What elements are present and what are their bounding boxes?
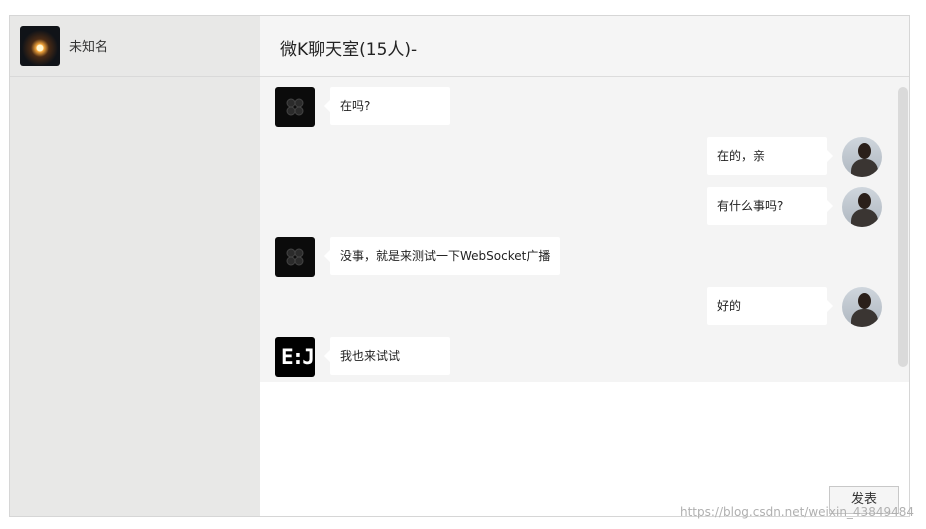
clover-avatar-icon[interactable] xyxy=(275,87,315,127)
chat-header: 微K聊天室(15人)- xyxy=(260,16,909,77)
ej-avatar-icon[interactable]: E:J xyxy=(275,337,315,377)
message-bubble: 我也来试试 xyxy=(324,337,450,375)
person-avatar-icon[interactable] xyxy=(842,137,882,177)
message-bubble: 好的 xyxy=(707,287,833,325)
person-avatar-icon[interactable] xyxy=(842,287,882,327)
message-input-area[interactable]: 发表 xyxy=(260,382,909,516)
chat-title: 微K聊天室(15人)- xyxy=(280,40,418,60)
message-list[interactable]: 在吗? 在的，亲 有什么事吗? 没事，就是来测试一下WebSocket广播 好的… xyxy=(260,77,909,382)
watermark-text: https://blog.csdn.net/weixin_43849484 xyxy=(679,505,914,519)
message-bubble: 没事，就是来测试一下WebSocket广播 xyxy=(323,237,561,275)
chat-window: 未知名 微K聊天室(15人)- 在吗? 在的，亲 有什么事吗? 没事，就是来测试… xyxy=(9,15,910,517)
sidebar: 未知名 xyxy=(10,16,260,516)
clover-avatar-icon[interactable] xyxy=(275,237,315,277)
current-user-name: 未知名 xyxy=(69,40,109,55)
message-bubble: 在的，亲 xyxy=(707,137,833,175)
message-scrollbar[interactable] xyxy=(898,87,908,367)
sunset-avatar-icon xyxy=(20,26,60,66)
message-bubble: 在吗? xyxy=(324,87,450,125)
message-bubble: 有什么事吗? xyxy=(707,187,833,225)
person-avatar-icon[interactable] xyxy=(842,187,882,227)
chat-main: 微K聊天室(15人)- 在吗? 在的，亲 有什么事吗? 没事，就是来测试一下We… xyxy=(260,16,909,516)
current-user[interactable]: 未知名 xyxy=(10,16,260,77)
